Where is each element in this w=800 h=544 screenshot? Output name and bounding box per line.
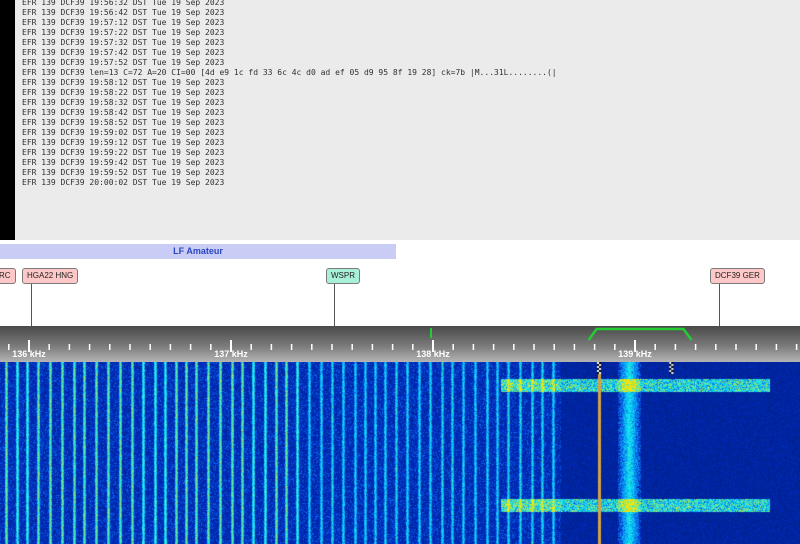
log-line: EFR 139 DCF39 19:58:12 DST Tue 19 Sep 20… — [22, 78, 225, 87]
log-line: EFR 139 DCF39 19:58:52 DST Tue 19 Sep 20… — [22, 118, 225, 127]
log-left-bar — [0, 0, 15, 240]
log-line: EFR 139 DCF39 19:59:52 DST Tue 19 Sep 20… — [22, 168, 225, 177]
band-label: LF Amateur — [173, 246, 223, 256]
station-marker-line — [31, 284, 32, 326]
decoder-log-lines: EFR 139 DCF39 19:56:32 DST Tue 19 Sep 20… — [22, 0, 794, 188]
log-line: EFR 139 DCF39 19:57:22 DST Tue 19 Sep 20… — [22, 28, 225, 37]
sdr-receiver-window: EFR 139 DCF39 19:56:32 DST Tue 19 Sep 20… — [0, 0, 800, 544]
waterfall-display[interactable] — [0, 362, 800, 544]
log-line: EFR 139 DCF39 19:57:32 DST Tue 19 Sep 20… — [22, 38, 225, 47]
frequency-scale[interactable]: 136 kHz 137 kHz 138 kHz 139 kHz — [0, 326, 800, 362]
station-label-dcf39[interactable]: DCF39 GER — [710, 268, 765, 284]
decoder-log-panel[interactable]: EFR 139 DCF39 19:56:32 DST Tue 19 Sep 20… — [0, 0, 800, 240]
station-label-wspr[interactable]: WSPR — [326, 268, 360, 284]
scale-background — [0, 326, 800, 362]
log-line: EFR 139 DCF39 20:00:02 DST Tue 19 Sep 20… — [22, 178, 225, 187]
log-line: EFR 139 DCF39 19:57:42 DST Tue 19 Sep 20… — [22, 48, 225, 57]
scale-tick-label: 138 kHz — [416, 349, 450, 359]
scale-tick-label: 136 kHz — [12, 349, 46, 359]
log-line: EFR 139 DCF39 19:58:32 DST Tue 19 Sep 20… — [22, 98, 225, 107]
station-labels-area: RC HGA22 HNG WSPR DCF39 GER — [0, 262, 800, 326]
station-label-partial[interactable]: RC — [0, 268, 16, 284]
log-line: EFR 139 DCF39 19:56:42 DST Tue 19 Sep 20… — [22, 8, 225, 17]
log-line: EFR 139 DCF39 19:59:42 DST Tue 19 Sep 20… — [22, 158, 225, 167]
station-label-hga22[interactable]: HGA22 HNG — [22, 268, 79, 284]
log-line: EFR 139 DCF39 len=13 C=72 A=20 CI=00 [4d… — [22, 68, 557, 77]
log-line: EFR 139 DCF39 19:58:22 DST Tue 19 Sep 20… — [22, 88, 225, 97]
log-line: EFR 139 DCF39 19:59:02 DST Tue 19 Sep 20… — [22, 128, 225, 137]
station-marker-line — [334, 284, 335, 326]
log-line: EFR 139 DCF39 19:57:12 DST Tue 19 Sep 20… — [22, 18, 225, 27]
station-marker-line — [719, 284, 720, 326]
log-line: EFR 139 DCF39 19:59:12 DST Tue 19 Sep 20… — [22, 138, 225, 147]
log-line: EFR 139 DCF39 19:58:42 DST Tue 19 Sep 20… — [22, 108, 225, 117]
scale-tick-label: 137 kHz — [214, 349, 248, 359]
band-label-bar[interactable]: LF Amateur — [0, 244, 396, 259]
log-line: EFR 139 DCF39 19:57:52 DST Tue 19 Sep 20… — [22, 58, 225, 67]
log-line: EFR 139 DCF39 19:59:22 DST Tue 19 Sep 20… — [22, 148, 225, 157]
log-line: EFR 139 DCF39 19:56:32 DST Tue 19 Sep 20… — [22, 0, 225, 7]
scale-tick-label: 139 kHz — [618, 349, 652, 359]
